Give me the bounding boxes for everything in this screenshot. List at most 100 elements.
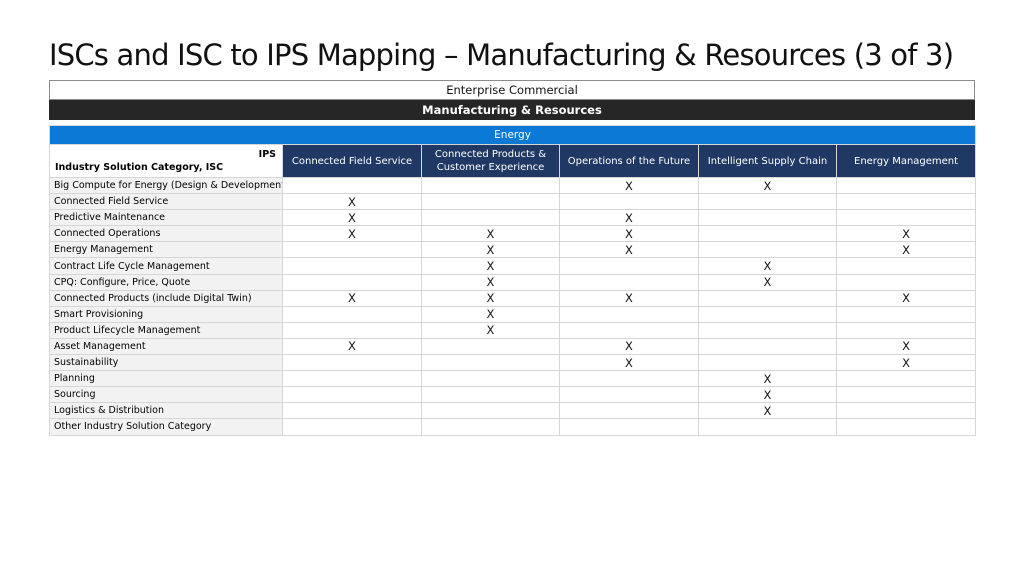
mapping-cell: X bbox=[421, 273, 560, 291]
mapping-cell bbox=[559, 418, 699, 436]
mapping-cell bbox=[835, 321, 977, 339]
mapping-mark: X bbox=[486, 242, 495, 257]
mapping-mark: X bbox=[486, 307, 495, 322]
mapping-cell bbox=[698, 193, 837, 211]
mapping-cell bbox=[559, 305, 699, 323]
mapping-mark: X bbox=[902, 242, 910, 257]
row-label: Logistics & Distribution bbox=[49, 402, 283, 420]
corner-ips-label: IPS bbox=[258, 149, 276, 160]
mapping-cell: X bbox=[698, 176, 837, 195]
mapping-cell bbox=[282, 257, 422, 275]
mapping-mark: X bbox=[625, 355, 633, 370]
mapping-cell: X bbox=[559, 176, 699, 195]
mapping-cell bbox=[559, 402, 699, 420]
mapping-cell bbox=[835, 402, 977, 420]
mapping-cell bbox=[698, 305, 837, 323]
column-header: Intelligent Supply Chain bbox=[698, 144, 837, 178]
mapping-mark: X bbox=[486, 226, 495, 241]
mapping-cell bbox=[559, 193, 699, 211]
corner-isc-label: Industry Solution Category, ISC bbox=[55, 162, 224, 173]
mapping-cell bbox=[698, 209, 837, 227]
mapping-mark: X bbox=[348, 291, 356, 306]
row-label: CPQ: Configure, Price, Quote bbox=[49, 273, 283, 291]
row-label: Sourcing bbox=[49, 386, 283, 404]
mapping-mark: X bbox=[625, 210, 633, 225]
mapping-cell: X bbox=[835, 289, 977, 307]
table-row: Big Compute for Energy (Design & Develop… bbox=[49, 176, 977, 195]
mapping-mark: X bbox=[763, 275, 772, 290]
mapping-mark: X bbox=[348, 194, 356, 209]
row-label: Energy Management bbox=[49, 241, 283, 259]
mapping-mark: X bbox=[625, 242, 633, 257]
mapping-mark: X bbox=[486, 323, 495, 338]
mapping-cell: X bbox=[559, 289, 699, 307]
mapping-mark: X bbox=[625, 291, 633, 306]
mapping-cell bbox=[698, 354, 837, 372]
mapping-cell: X bbox=[835, 225, 977, 243]
mapping-cell bbox=[282, 370, 422, 388]
mapping-cell bbox=[698, 225, 837, 243]
mapping-cell bbox=[559, 321, 699, 339]
mapping-cell: X bbox=[421, 257, 560, 275]
mapping-mark: X bbox=[348, 226, 356, 241]
column-header: Connected Products & Customer Experience bbox=[421, 144, 560, 178]
table-row: Predictive Maintenance X X bbox=[49, 209, 977, 227]
table-row: Asset Management X X X bbox=[49, 337, 977, 356]
mapping-mark: X bbox=[763, 403, 772, 418]
mapping-cell: X bbox=[421, 225, 560, 243]
mapping-cell bbox=[421, 193, 560, 211]
mapping-mark: X bbox=[625, 178, 633, 193]
mapping-cell: X bbox=[421, 305, 560, 323]
group-header-row: Energy bbox=[48, 125, 977, 145]
row-label: Predictive Maintenance bbox=[49, 209, 283, 227]
mapping-cell bbox=[282, 176, 422, 195]
mapping-cell: X bbox=[282, 289, 422, 307]
mapping-mark: X bbox=[348, 210, 356, 225]
table-row: Connected Operations X X X X bbox=[49, 225, 977, 243]
mapping-mark: X bbox=[625, 339, 633, 354]
mapping-cell bbox=[421, 176, 560, 195]
mapping-cell: X bbox=[559, 241, 699, 259]
mapping-cell bbox=[835, 193, 977, 211]
row-label: Product Lifecycle Management bbox=[49, 321, 283, 339]
mapping-cell bbox=[559, 370, 699, 388]
mapping-cell bbox=[282, 273, 422, 291]
mapping-mark: X bbox=[486, 259, 495, 274]
mapping-cell: X bbox=[282, 209, 422, 227]
mapping-cell: X bbox=[835, 337, 977, 356]
mapping-cell bbox=[698, 289, 837, 307]
mapping-cell: X bbox=[282, 225, 422, 243]
mapping-cell bbox=[282, 354, 422, 372]
mapping-cell bbox=[282, 386, 422, 404]
mapping-cell: X bbox=[282, 193, 422, 211]
mapping-cell bbox=[421, 386, 560, 404]
mapping-cell bbox=[282, 321, 422, 339]
mapping-mark: X bbox=[625, 226, 633, 241]
row-label: Asset Management bbox=[49, 337, 283, 356]
mapping-mark: X bbox=[348, 339, 356, 354]
mapping-mark: X bbox=[902, 291, 910, 306]
table-row: Sustainability X X bbox=[49, 354, 977, 372]
mapping-mark: X bbox=[486, 291, 495, 306]
row-label: Connected Products (include Digital Twin… bbox=[49, 289, 283, 307]
row-label: Connected Operations bbox=[49, 225, 283, 243]
mapping-mark: X bbox=[486, 275, 495, 290]
table-row: Planning X bbox=[49, 370, 977, 388]
mapping-mark: X bbox=[902, 339, 910, 354]
mapping-cell: X bbox=[698, 273, 837, 291]
mapping-cell: X bbox=[698, 402, 837, 420]
mapping-cell bbox=[421, 402, 560, 420]
mapping-cell bbox=[698, 337, 837, 356]
column-header: Connected Field Service bbox=[282, 144, 422, 178]
column-header-row: IPS Industry Solution Category, ISC Conn… bbox=[49, 144, 977, 178]
mapping-cell: X bbox=[698, 386, 837, 404]
mapping-cell bbox=[282, 305, 422, 323]
mapping-cell bbox=[698, 241, 837, 259]
mapping-cell bbox=[421, 418, 560, 436]
column-header: Operations of the Future bbox=[559, 144, 699, 178]
mapping-cell: X bbox=[421, 241, 560, 259]
mapping-cell: X bbox=[421, 289, 560, 307]
mapping-mark: X bbox=[763, 387, 772, 402]
mapping-mark: X bbox=[763, 371, 772, 386]
mapping-cell bbox=[421, 337, 560, 356]
